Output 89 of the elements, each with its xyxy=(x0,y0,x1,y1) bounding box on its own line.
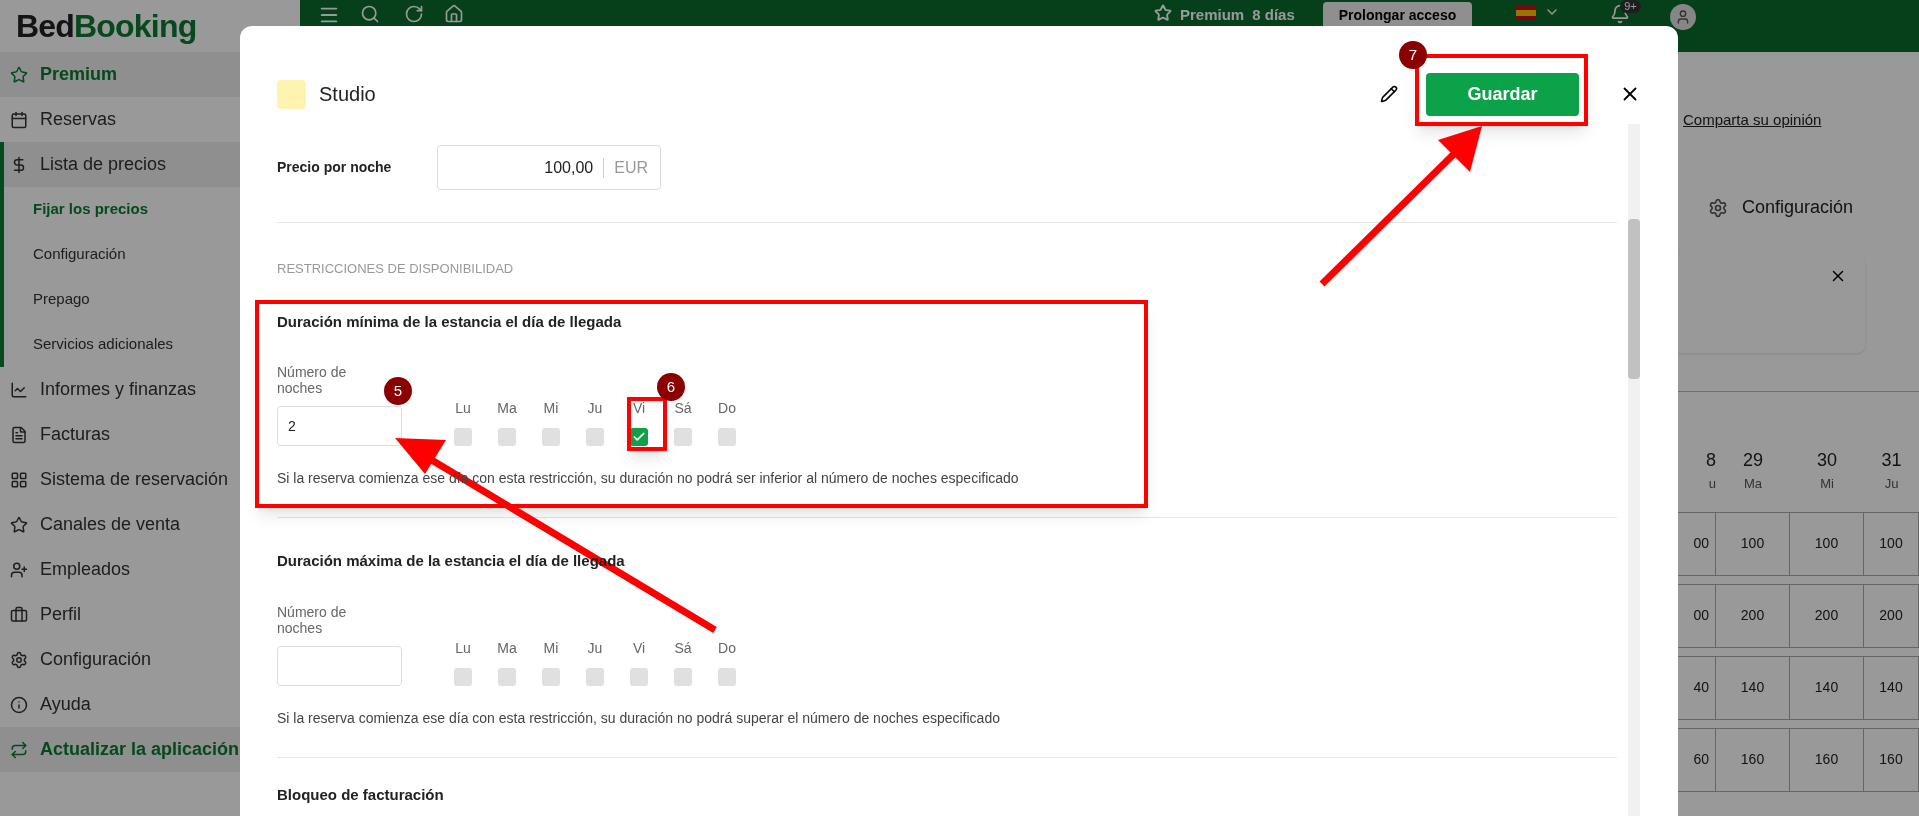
calendar-weekday: Ju xyxy=(1884,475,1899,493)
day-checkbox[interactable] xyxy=(542,428,560,446)
day-checkbox[interactable] xyxy=(498,428,516,446)
day-checkbox[interactable] xyxy=(586,667,604,686)
weekday-label: Vi xyxy=(632,638,646,658)
grid-icon xyxy=(10,470,28,489)
day-checkbox[interactable] xyxy=(630,667,648,686)
notification-badge: 9+ xyxy=(1620,0,1641,13)
weekday-label: Mi xyxy=(543,638,559,658)
weekday-label: Do xyxy=(718,399,736,418)
refresh-icon[interactable] xyxy=(404,4,424,24)
field-label: Número de noches xyxy=(277,603,348,636)
check-icon xyxy=(632,430,646,444)
calendar-weekday: Mi xyxy=(1820,475,1834,493)
price-cell[interactable]: 200 xyxy=(1790,584,1864,647)
weekday-label: Sá xyxy=(674,638,692,658)
price-input[interactable]: 100,00 EUR xyxy=(437,145,661,190)
sidebar-item[interactable]: Configuración xyxy=(0,637,299,682)
calendar-date: 31 xyxy=(1881,449,1902,472)
price-cell[interactable]: 140 xyxy=(1716,656,1790,719)
weekday-label: Ma xyxy=(497,399,517,418)
logo[interactable]: BedBooking xyxy=(16,2,197,50)
price-cell[interactable]: 100 xyxy=(1716,512,1790,575)
calendar-date: 30 xyxy=(1817,449,1837,472)
price-cell[interactable]: 140 xyxy=(1864,656,1919,719)
weekday-label: Ma xyxy=(497,638,517,658)
section-title: Duración mínima de la estancia el día de llegada xyxy=(277,311,623,332)
calendar-weekday: u xyxy=(1708,475,1716,493)
day-checkbox[interactable] xyxy=(586,428,604,446)
nights-input[interactable] xyxy=(277,645,402,686)
search-icon[interactable] xyxy=(360,4,380,24)
day-checkbox[interactable] xyxy=(498,667,516,686)
sidebar-item[interactable]: Reservas xyxy=(0,97,299,142)
day-checkbox[interactable] xyxy=(454,667,472,686)
pencil-icon[interactable] xyxy=(1380,85,1398,103)
field-label: Número de noches xyxy=(277,364,348,396)
star-icon xyxy=(1154,4,1172,22)
day-checkbox[interactable] xyxy=(674,428,692,446)
user-plus-icon xyxy=(10,560,28,579)
price-cell[interactable]: 100 xyxy=(1864,512,1919,575)
premium-days: 8 días xyxy=(1252,4,1295,27)
calendar-weekday: Ma xyxy=(1743,475,1763,493)
avatar[interactable] xyxy=(1670,4,1697,30)
day-checkbox[interactable] xyxy=(542,667,560,686)
price-cell[interactable]: 140 xyxy=(1790,656,1864,719)
price-cell[interactable]: 160 xyxy=(1716,728,1790,791)
weekday-label: Do xyxy=(718,638,736,658)
price-cell[interactable]: 160 xyxy=(1790,728,1864,791)
modal-title: Studio xyxy=(319,82,376,107)
section-title: Bloqueo de facturación xyxy=(277,784,445,805)
weekday-label: Sá xyxy=(674,399,692,418)
settings-link[interactable]: Configuración xyxy=(1742,194,1854,221)
star-icon xyxy=(10,65,28,84)
weekday-label: Ju xyxy=(587,399,603,418)
star-icon xyxy=(10,515,28,534)
price-cell[interactable]: 200 xyxy=(1716,584,1790,647)
nights-input[interactable]: 2 xyxy=(277,406,402,446)
price-cell[interactable]: 200 xyxy=(1864,584,1919,647)
hint-text: Si la reserva comienza ese día con esta restricción, su duración no podrá superar el número de noches especificado xyxy=(277,708,1001,728)
price-cell[interactable]: 100 xyxy=(1790,512,1864,575)
weekday-label: Lu xyxy=(455,638,471,658)
weekday-label: Ju xyxy=(587,638,603,658)
day-checkbox[interactable] xyxy=(674,667,692,686)
day-checkbox[interactable] xyxy=(718,428,736,446)
chart-icon xyxy=(10,380,28,399)
document-icon xyxy=(10,425,28,444)
settings-icon[interactable] xyxy=(1708,197,1728,218)
calendar-date: 8 xyxy=(1706,449,1716,472)
weekday-label: Mi xyxy=(543,399,559,418)
weekday-label: Lu xyxy=(455,399,471,418)
home-icon[interactable] xyxy=(444,4,464,24)
premium-label: Premium xyxy=(1180,5,1245,25)
weekday-label: Vi xyxy=(632,399,646,418)
briefcase-icon xyxy=(10,605,28,624)
sidebar-item[interactable]: Canales de venta xyxy=(0,502,299,547)
repeat-icon xyxy=(10,740,28,759)
info-icon xyxy=(10,695,28,714)
flag-icon[interactable] xyxy=(1516,6,1537,20)
day-checkbox[interactable] xyxy=(454,428,472,446)
scrollbar[interactable] xyxy=(1628,124,1640,816)
feedback-link[interactable]: Comparta su opinión xyxy=(1683,111,1822,128)
calendar-icon xyxy=(10,110,28,129)
settings-icon xyxy=(10,650,28,669)
section-heading: RESTRICCIONES DE DISPONIBILIDAD xyxy=(277,260,515,278)
price-cell[interactable]: 160 xyxy=(1864,728,1919,791)
day-checkbox[interactable] xyxy=(718,667,736,686)
color-swatch xyxy=(277,79,306,109)
calendar-date: 29 xyxy=(1743,449,1763,472)
save-button[interactable]: Guardar xyxy=(1426,72,1579,116)
